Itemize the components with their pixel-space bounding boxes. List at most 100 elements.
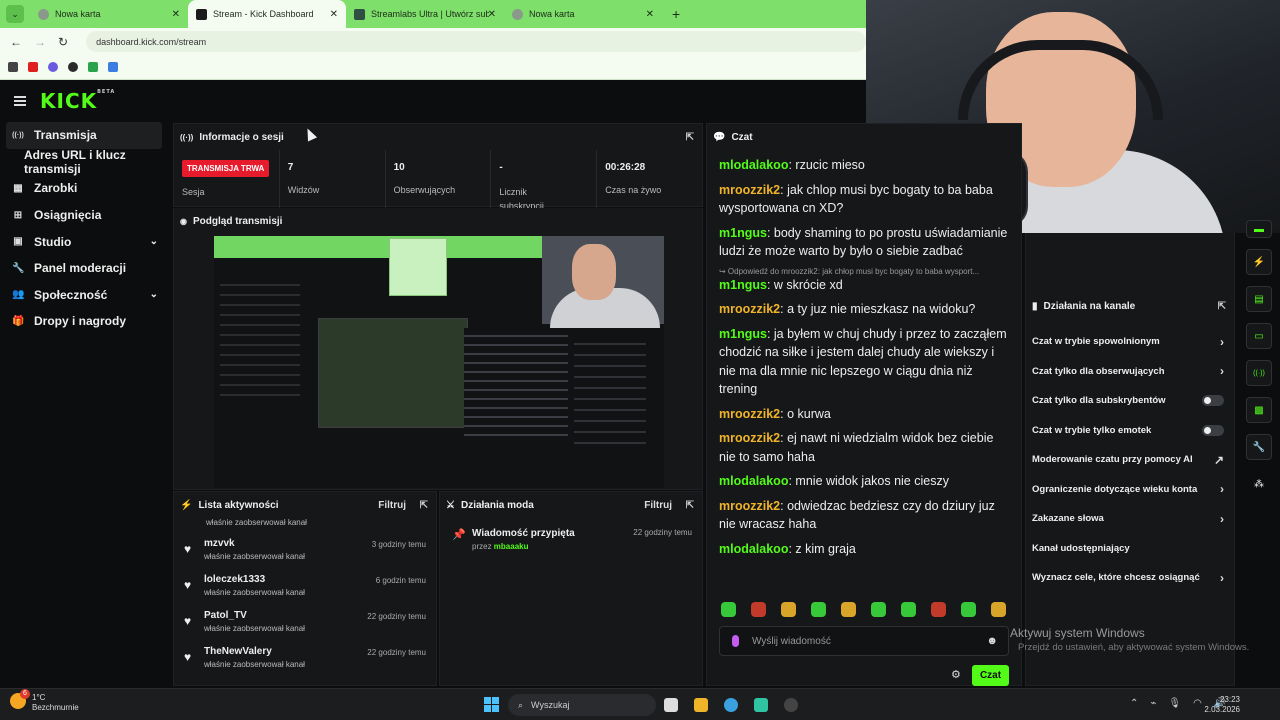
wifi-icon[interactable]: ◠ (1193, 698, 1202, 709)
chrome-icon[interactable] (724, 698, 738, 712)
emote-icon[interactable] (931, 602, 946, 617)
reload-icon[interactable]: ↻ (58, 35, 68, 49)
reply-reference[interactable]: ↪ Odpowiedź do mroozzik2: jak chłop musi… (719, 267, 1009, 276)
chat-username[interactable]: mlodalakoo (719, 474, 788, 488)
task-view-icon[interactable] (664, 698, 678, 712)
sidebar-item-panel-moderacji[interactable]: 🔧 Panel moderacji (0, 255, 170, 282)
browser-tab-3[interactable]: Streamlabs Ultra | Utwórz subsk ✕ (346, 0, 504, 28)
weather-widget[interactable]: 6 1°C Bezchmurnie (10, 689, 79, 713)
chat-username[interactable]: m1ngus (719, 278, 767, 292)
kick-logo[interactable]: KICKBETA (40, 89, 115, 113)
external-link-icon[interactable]: ↗ (1214, 453, 1224, 467)
filter-button[interactable]: Filtruj (644, 500, 672, 511)
menu-icon[interactable] (14, 96, 26, 106)
channel-action-item[interactable]: Czat tylko dla subskrybentów (1026, 386, 1234, 416)
gear-icon[interactable]: ⚙ (951, 668, 961, 681)
wrench-icon[interactable]: 🔧 (1246, 434, 1272, 460)
apps-icon[interactable] (8, 62, 18, 72)
file-explorer-icon[interactable] (694, 698, 708, 712)
rail-button-1[interactable]: ▬ (1246, 220, 1272, 238)
network-icon[interactable]: ⌁ (1150, 698, 1156, 709)
emote-icon[interactable] (751, 602, 766, 617)
close-tab-icon[interactable]: ✕ (330, 9, 338, 20)
toggle-switch[interactable] (1202, 395, 1224, 407)
channel-action-item[interactable]: Zakazane słowa › (1026, 504, 1234, 534)
nodes-icon[interactable]: ⁂ (1246, 471, 1272, 497)
tab-search-button[interactable]: ⌄ (6, 5, 24, 23)
sidebar-item-transmisja[interactable]: ((·)) Transmisja (6, 122, 162, 149)
chevron-right-icon[interactable]: › (1220, 482, 1224, 496)
emote-icon[interactable] (721, 602, 736, 617)
sidebar-item-studio[interactable]: ▣ Studio ⌄ (0, 228, 170, 255)
filter-button[interactable]: Filtruj (378, 500, 406, 511)
emote-icon[interactable] (781, 602, 796, 617)
sidebar-item-spolecznosc[interactable]: 👥 Społeczność ⌄ (0, 282, 170, 309)
chat-username[interactable]: mroozzik2 (719, 183, 780, 197)
chat-username[interactable]: mroozzik2 (719, 407, 780, 421)
back-icon[interactable]: ← (10, 35, 22, 49)
chevron-up-icon[interactable]: ⌃ (1130, 698, 1138, 709)
stream-preview-video[interactable] (214, 236, 664, 488)
send-chat-button[interactable]: Czat (972, 665, 1009, 686)
chevron-down-icon[interactable]: ⌄ (150, 289, 158, 300)
channel-action-item[interactable]: Ograniczenie dotyczące wieku konta › (1026, 475, 1234, 505)
chat-username[interactable]: mlodalakoo (719, 542, 788, 556)
channel-action-item[interactable]: Czat w trybie spowolnionym › (1026, 327, 1234, 357)
browser-tab-2[interactable]: Stream - Kick Dashboard ✕ (188, 0, 346, 28)
close-tab-icon[interactable]: ✕ (646, 9, 654, 20)
sidebar-item-osiagniecia[interactable]: ⊞ Osiągnięcia (0, 202, 170, 229)
channel-action-item[interactable]: Wyznacz cele, które chcesz osiągnąć › (1026, 563, 1234, 593)
expand-icon[interactable]: ⇱ (420, 500, 428, 511)
sidebar-item-zarobki[interactable]: ▦ Zarobki (0, 175, 170, 202)
mod-action-user[interactable]: mbaaaku (494, 542, 529, 551)
emote-icon[interactable] (961, 602, 976, 617)
close-tab-icon[interactable]: ✕ (172, 9, 180, 20)
bolt-icon[interactable]: ⚡ (1246, 249, 1272, 275)
emote-icon[interactable] (811, 602, 826, 617)
channel-action-item[interactable]: Czat tylko dla obserwujących › (1026, 357, 1234, 387)
chat-icon[interactable]: ▭ (1246, 323, 1272, 349)
chevron-right-icon[interactable]: › (1220, 335, 1224, 349)
chat-input[interactable]: Wyślij wiadomość ☻ (719, 626, 1009, 656)
emote-icon[interactable] (991, 602, 1006, 617)
expand-icon[interactable]: ⇱ (686, 500, 694, 511)
chat-username[interactable]: mroozzik2 (719, 431, 780, 445)
taskbar-search[interactable]: ⌕ Wyszukaj (508, 694, 656, 716)
microphone-icon[interactable]: 🎙 (1168, 698, 1181, 709)
calendar-icon[interactable] (108, 62, 118, 72)
chevron-right-icon[interactable]: › (1220, 512, 1224, 526)
expand-icon[interactable]: ⇱ (686, 132, 694, 143)
sidebar-item-dropy[interactable]: 🎁 Dropy i nagrody (0, 308, 170, 335)
new-tab-button[interactable]: + (662, 6, 690, 22)
chevron-down-icon[interactable]: ⌄ (150, 236, 158, 247)
mic-icon[interactable] (732, 635, 739, 647)
emoji-icon[interactable]: ☻ (986, 635, 998, 647)
bookmark-icon[interactable] (48, 62, 58, 72)
whatsapp-icon[interactable] (68, 62, 78, 72)
chat-username[interactable]: mroozzik2 (719, 302, 780, 316)
chat-username[interactable]: m1ngus (719, 226, 767, 240)
url-field[interactable]: dashboard.kick.com/stream (86, 31, 866, 52)
windows-start-icon[interactable] (484, 697, 499, 712)
sidebar-item-stream-url-key[interactable]: Adres URL i klucz transmisji (0, 148, 170, 176)
clock[interactable]: 23:23 2.03.2026 (1204, 695, 1240, 715)
chevron-right-icon[interactable]: › (1220, 571, 1224, 585)
chat-username[interactable]: mlodalakoo (719, 158, 788, 172)
chat-username[interactable]: m1ngus (719, 327, 767, 341)
channel-action-item[interactable]: Kanał udostępniający (1026, 534, 1234, 564)
document-icon[interactable]: ▤ (1246, 286, 1272, 312)
browser-tab-1[interactable]: Nowa karta ✕ (30, 0, 188, 28)
emote-icon[interactable] (901, 602, 916, 617)
channel-action-item[interactable]: Moderowanie czatu przy pomocy AI ↗ (1026, 445, 1234, 475)
broadcast-icon[interactable]: ((·)) (1246, 360, 1272, 386)
youtube-icon[interactable] (28, 62, 38, 72)
obs-icon[interactable] (784, 698, 798, 712)
forward-icon[interactable]: → (34, 35, 46, 49)
expand-icon[interactable]: ⇱ (1218, 301, 1226, 312)
channel-action-item[interactable]: Czat w trybie tylko emotek (1026, 416, 1234, 446)
browser-tab-4[interactable]: Nowa karta ✕ (504, 0, 662, 28)
toggle-switch[interactable] (1202, 424, 1224, 436)
streamlabs-icon[interactable] (754, 698, 768, 712)
drive-icon[interactable] (88, 62, 98, 72)
emote-icon[interactable] (841, 602, 856, 617)
